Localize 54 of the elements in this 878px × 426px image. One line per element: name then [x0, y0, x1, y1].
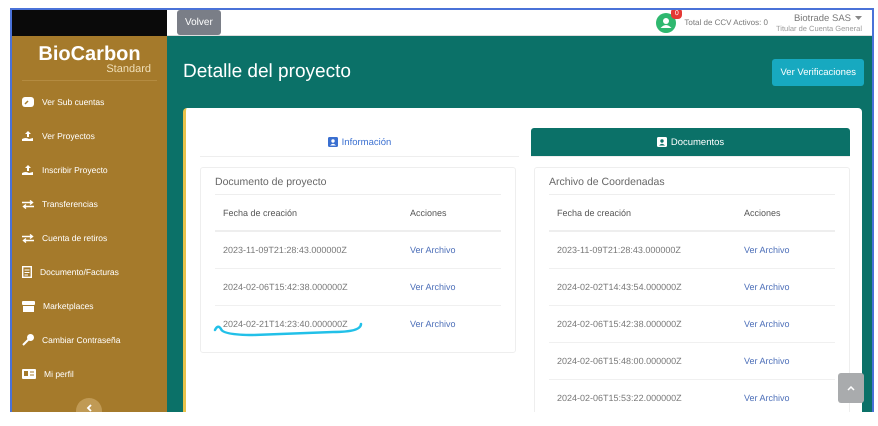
chevron-left-icon	[86, 404, 92, 412]
sidebar-item[interactable]: Marketplaces	[12, 289, 167, 323]
exchange-icon	[22, 234, 34, 242]
logo-name: BioCarbon	[38, 44, 141, 64]
user-card-icon	[328, 137, 338, 147]
store-icon	[22, 300, 35, 312]
column-header: Acciones	[402, 195, 501, 231]
sidebar-item[interactable]: Inscribir Proyecto	[12, 153, 167, 187]
verifications-button[interactable]: Ver Verificaciones	[772, 58, 864, 86]
hand-upload-icon	[22, 164, 34, 176]
view-file-link[interactable]: Ver Archivo	[744, 245, 790, 255]
column-header: Acciones	[736, 195, 835, 231]
page-title: Detalle del proyecto	[183, 61, 351, 83]
hand-upload-icon	[22, 130, 34, 142]
sidebar-item[interactable]: Cuenta de retiros	[12, 221, 167, 255]
sidebar-item[interactable]: Ver Proyectos	[12, 119, 167, 153]
view-file-link[interactable]: Ver Archivo	[410, 282, 456, 292]
logo-tagline: Standard	[106, 64, 151, 74]
view-file-link[interactable]: Ver Archivo	[410, 245, 456, 255]
sidebar-item[interactable]: Ver Sub cuentas	[12, 85, 167, 119]
gauge-icon	[22, 97, 34, 107]
chevron-up-icon	[847, 386, 855, 390]
panel-title: Documento de proyecto	[215, 176, 501, 195]
sidebar-item[interactable]: Mi perfil	[12, 357, 167, 391]
column-header: Fecha de creación	[549, 195, 736, 231]
sidebar-item[interactable]: Cambiar Contraseña	[12, 323, 167, 357]
table-cell: 2024-02-06T15:42:38.000000Z	[557, 319, 682, 329]
view-file-link[interactable]: Ver Archivo	[744, 319, 790, 329]
back-button[interactable]: Volver	[177, 10, 221, 35]
view-file-link[interactable]: Ver Archivo	[410, 319, 456, 329]
total-credits-label: Total de CCV Activos: 0	[684, 18, 768, 27]
table-cell: 2024-02-06T15:48:00.000000Z	[557, 356, 682, 366]
column-header: Fecha de creación	[215, 195, 402, 231]
view-file-link[interactable]: Ver Archivo	[744, 393, 790, 403]
document-icon	[22, 266, 32, 278]
caret-icon	[855, 16, 862, 20]
table-cell: 2024-02-02T14:43:54.000000Z	[557, 282, 682, 292]
sidebar-item[interactable]: Transferencias	[12, 187, 167, 221]
user-card-icon	[656, 137, 667, 147]
exchange-icon	[22, 200, 34, 208]
tab[interactable]: Documentos	[531, 128, 850, 157]
table-cell: 2024-02-21T14:23:40.000000Z	[223, 319, 348, 329]
key-icon	[22, 334, 34, 346]
table-cell: 2023-11-09T21:28:43.000000Z	[557, 245, 681, 255]
table-cell: 2024-02-06T15:53:22.000000Z	[557, 393, 682, 403]
panel-title: Archivo de Coordenadas	[549, 176, 835, 195]
id-card-icon	[22, 369, 36, 379]
account-menu[interactable]: Biotrade SAS	[794, 12, 862, 24]
user-avatar-icon[interactable]	[656, 12, 676, 32]
view-file-link[interactable]: Ver Archivo	[744, 356, 790, 366]
table-cell: 2023-11-09T21:28:43.000000Z	[223, 245, 347, 255]
table-cell: 2024-02-06T15:42:38.000000Z	[223, 282, 348, 292]
view-file-link[interactable]: Ver Archivo	[744, 282, 790, 292]
sidebar-item[interactable]: Documento/Facturas	[12, 255, 167, 289]
